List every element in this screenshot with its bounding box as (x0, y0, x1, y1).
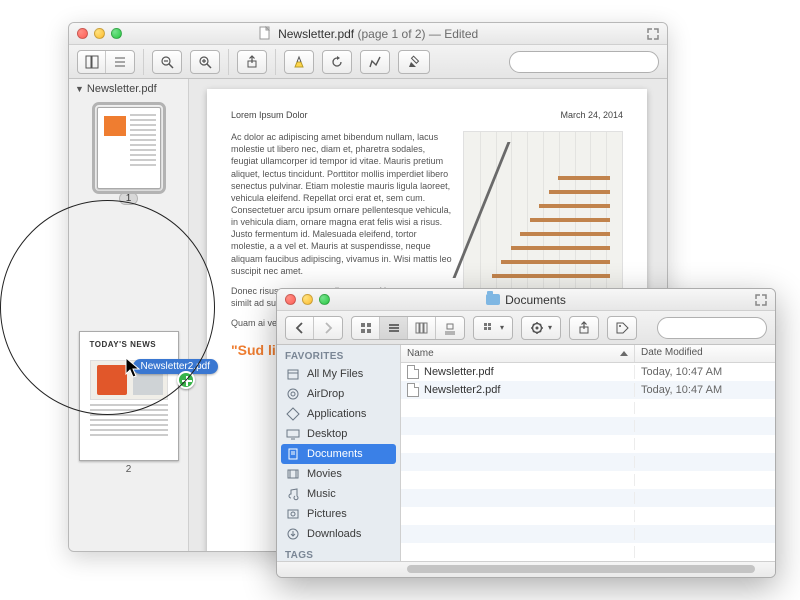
action-dropdown[interactable]: ▾ (521, 316, 561, 340)
music-icon (285, 487, 301, 501)
sidebar-file-label: Newsletter.pdf (87, 83, 157, 95)
view-mode-segmented[interactable] (351, 316, 465, 340)
sidebar-file-header[interactable]: ▼ Newsletter.pdf (69, 79, 188, 99)
cursor-icon (125, 357, 141, 381)
finder-sidebar: FAVORITES All My Files AirDrop Applicati… (277, 345, 401, 561)
horizontal-scrollbar[interactable] (407, 565, 755, 573)
file-row[interactable]: Newsletter.pdf Today, 10:47 AM (401, 363, 775, 381)
finder-window: Documents ▾ ▾ FAVORITES All M (276, 288, 776, 578)
folder-icon (486, 294, 500, 305)
page-thumbnail-2[interactable]: TODAY'S NEWS (79, 331, 179, 461)
column-name[interactable]: Name (401, 345, 635, 362)
preview-toolbar (69, 45, 667, 79)
search-input[interactable] (664, 322, 776, 334)
doc-photo (463, 131, 623, 291)
coverflow-view-icon[interactable] (436, 317, 464, 339)
share-button[interactable] (569, 316, 599, 340)
sidebar-item-all-my-files[interactable]: All My Files (277, 364, 400, 384)
search-field[interactable] (509, 51, 659, 73)
close-button[interactable] (77, 28, 88, 39)
favorites-header: FAVORITES (277, 345, 400, 364)
column-view-icon[interactable] (408, 317, 436, 339)
edit-toolbar-button[interactable] (398, 50, 430, 74)
sidebar-item-documents[interactable]: Documents (281, 444, 396, 464)
file-date: Today, 10:47 AM (635, 384, 775, 396)
document-icon (258, 26, 272, 40)
finder-toolbar: ▾ ▾ (277, 311, 775, 345)
doc-header-right: March 24, 2014 (560, 109, 623, 121)
toolbar-separator (143, 49, 144, 75)
nav-back-forward[interactable] (285, 316, 343, 340)
list-view-icon[interactable] (380, 317, 408, 339)
documents-icon (285, 447, 301, 461)
icon-view-icon[interactable] (352, 317, 380, 339)
forward-button[interactable] (314, 317, 342, 339)
file-list: Name Date Modified Newsletter.pdf Today,… (401, 345, 775, 561)
drag-file-badge: Newsletter2.pdf (133, 359, 218, 374)
pictures-icon (285, 507, 301, 521)
highlight-button[interactable] (284, 50, 314, 74)
fullscreen-button[interactable] (753, 292, 769, 308)
zoom-in-button[interactable] (190, 50, 220, 74)
document-icon (407, 383, 419, 397)
copy-plus-icon (177, 371, 195, 389)
preview-titlebar: Newsletter.pdf (page 1 of 2) — Edited (69, 23, 667, 45)
window-title: Newsletter.pdf (page 1 of 2) — Edited (69, 26, 667, 41)
arrange-dropdown[interactable]: ▾ (473, 316, 513, 340)
sidebar-contents-icon[interactable] (106, 51, 134, 73)
back-button[interactable] (286, 317, 314, 339)
file-name: Newsletter2.pdf (424, 384, 500, 396)
sidebar-view-segmented[interactable] (77, 50, 135, 74)
toolbar-separator (275, 49, 276, 75)
finder-status-bar (277, 561, 775, 577)
thumb2-headline: TODAY'S NEWS (90, 340, 168, 349)
file-date: Today, 10:47 AM (635, 366, 775, 378)
staircase-icon (492, 150, 610, 278)
disclosure-triangle-icon[interactable]: ▼ (75, 84, 84, 94)
airdrop-icon (285, 387, 301, 401)
file-row[interactable]: Newsletter2.pdf Today, 10:47 AM (401, 381, 775, 399)
search-field[interactable] (657, 317, 767, 339)
sidebar-item-movies[interactable]: Movies (277, 464, 400, 484)
desktop-icon (285, 427, 301, 441)
sidebar-item-pictures[interactable]: Pictures (277, 504, 400, 524)
sidebar-item-music[interactable]: Music (277, 484, 400, 504)
sort-ascending-icon (620, 351, 628, 356)
document-icon (407, 365, 419, 379)
search-input[interactable] (516, 56, 658, 68)
column-date[interactable]: Date Modified (635, 345, 775, 362)
zoom-out-button[interactable] (152, 50, 182, 74)
finder-title: Documents (277, 293, 775, 307)
page-thumbnail-1[interactable] (97, 107, 161, 189)
share-button[interactable] (237, 50, 267, 74)
finder-titlebar: Documents (277, 289, 775, 311)
page-number-label: 2 (79, 464, 179, 475)
toolbar-separator (228, 49, 229, 75)
page-number-badge: 1 (119, 192, 139, 205)
zoom-button[interactable] (111, 28, 122, 39)
thumbnails-sidebar: ▼ Newsletter.pdf 1 TODAY'S NEWS (69, 79, 189, 551)
file-name: Newsletter.pdf (424, 366, 494, 378)
fullscreen-button[interactable] (645, 26, 661, 42)
all-files-icon (285, 367, 301, 381)
movies-icon (285, 467, 301, 481)
markup-button[interactable] (360, 50, 390, 74)
applications-icon (285, 407, 301, 421)
sidebar-item-airdrop[interactable]: AirDrop (277, 384, 400, 404)
sidebar-thumbnails-icon[interactable] (78, 51, 106, 73)
doc-header-left: Lorem Ipsum Dolor (231, 109, 308, 121)
sidebar-item-downloads[interactable]: Downloads (277, 524, 400, 544)
minimize-button[interactable] (94, 28, 105, 39)
list-header[interactable]: Name Date Modified (401, 345, 775, 363)
downloads-icon (285, 527, 301, 541)
sidebar-item-desktop[interactable]: Desktop (277, 424, 400, 444)
sidebar-item-applications[interactable]: Applications (277, 404, 400, 424)
doc-para-1: Ac dolor ac adipiscing amet bibendum nul… (231, 131, 453, 277)
rotate-button[interactable] (322, 50, 352, 74)
tags-button[interactable] (607, 316, 637, 340)
